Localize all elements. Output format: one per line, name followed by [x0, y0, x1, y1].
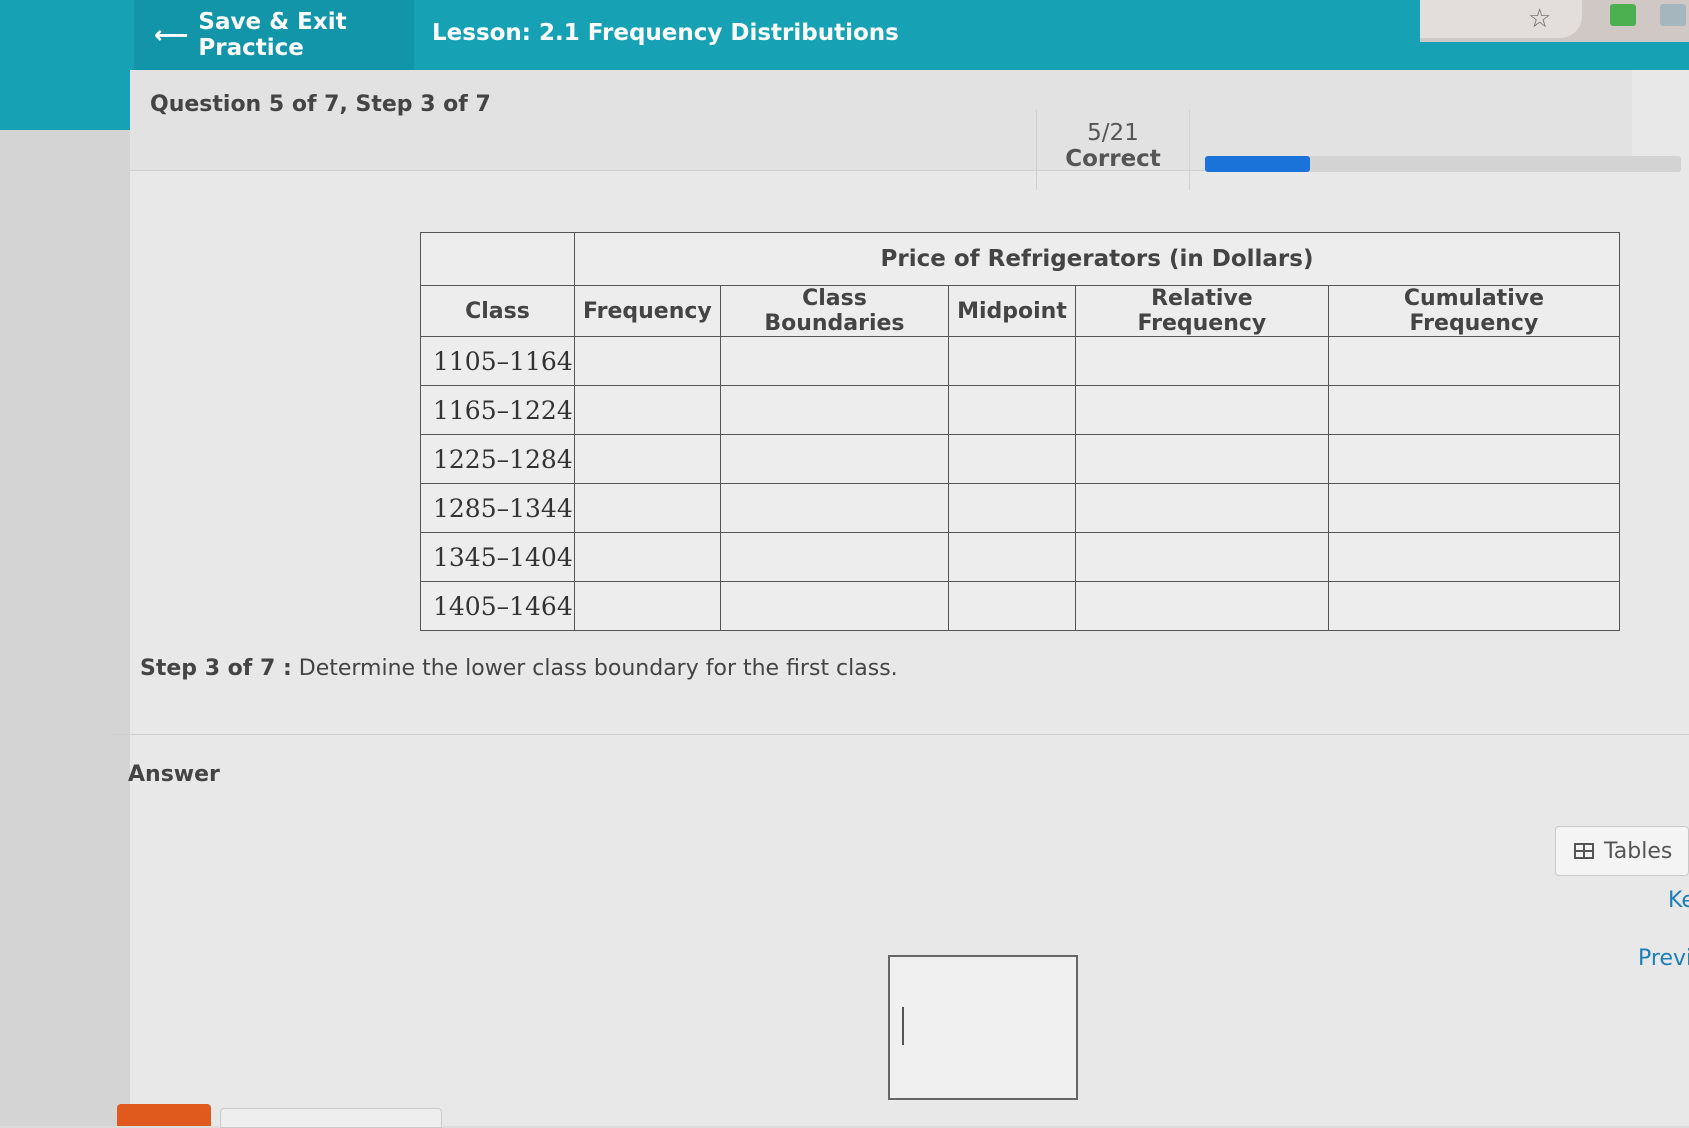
tables-label: Tables	[1604, 838, 1673, 864]
class-boundaries-cell	[719, 385, 950, 435]
relative-frequency-cell	[1074, 581, 1329, 631]
question-position: Question 5 of 7, Step 3 of 7	[150, 92, 491, 117]
answer-label: Answer	[128, 762, 220, 787]
class-cell: 1105–1164	[420, 336, 575, 386]
save-exit-label: Save & Exit Practice	[198, 9, 347, 61]
column-header-class-boundaries: Class Boundaries	[719, 285, 950, 337]
frequency-cell	[574, 532, 721, 582]
cumulative-frequency-cell	[1327, 483, 1621, 533]
midpoint-cell	[948, 434, 1076, 484]
secondary-button[interactable]	[220, 1108, 442, 1128]
extension-icon[interactable]	[1660, 4, 1686, 26]
arrow-left-icon: ⟵	[154, 21, 189, 49]
grid-icon	[1574, 843, 1594, 859]
section-divider	[110, 734, 1689, 735]
previous-link[interactable]: Previ	[1638, 946, 1689, 971]
score-box: 5/21 Correct	[1036, 110, 1190, 190]
relative-frequency-cell	[1074, 483, 1329, 533]
table-caption: Price of Refrigerators (in Dollars)	[574, 232, 1620, 286]
class-cell: 1225–1284	[420, 434, 575, 484]
table-row: 1345–1404	[420, 532, 1621, 582]
column-header-class: Class	[420, 285, 575, 337]
midpoint-cell	[948, 385, 1076, 435]
address-bar-end	[1420, 0, 1582, 38]
score-fraction: 5/21	[1087, 120, 1139, 146]
class-boundaries-cell	[719, 483, 950, 533]
class-boundaries-cell	[719, 532, 950, 582]
submit-button[interactable]	[117, 1104, 211, 1126]
class-cell: 1345–1404	[420, 532, 575, 582]
frequency-cell	[574, 336, 721, 386]
page-left-margin	[0, 0, 130, 1126]
save-exit-button[interactable]: ⟵ Save & Exit Practice	[134, 0, 414, 70]
table-row: 1225–1284	[420, 434, 1621, 484]
midpoint-cell	[948, 483, 1076, 533]
column-header-cumulative-frequency: Cumulative Frequency	[1327, 285, 1621, 337]
table-caption-spacer	[420, 232, 575, 286]
bookmark-star-icon[interactable]: ☆	[1528, 4, 1551, 34]
class-boundaries-cell	[719, 581, 950, 631]
frequency-cell	[574, 483, 721, 533]
frequency-cell	[574, 385, 721, 435]
frequency-table: Price of Refrigerators (in Dollars) Clas…	[420, 232, 1621, 631]
cumulative-frequency-cell	[1327, 581, 1621, 631]
table-row: 1105–1164	[420, 336, 1621, 386]
midpoint-cell	[948, 581, 1076, 631]
class-boundaries-cell	[719, 434, 950, 484]
midpoint-cell	[948, 532, 1076, 582]
table-row: 1165–1224	[420, 385, 1621, 435]
cumulative-frequency-cell	[1327, 385, 1621, 435]
cumulative-frequency-cell	[1327, 434, 1621, 484]
relative-frequency-cell	[1074, 532, 1329, 582]
step-instruction: Step 3 of 7 : Determine the lower class …	[140, 656, 898, 681]
midpoint-cell	[948, 336, 1076, 386]
class-cell: 1165–1224	[420, 385, 575, 435]
table-row: 1285–1344	[420, 483, 1621, 533]
tables-button[interactable]: Tables	[1555, 826, 1689, 876]
column-header-frequency: Frequency	[574, 285, 721, 337]
frequency-cell	[574, 581, 721, 631]
class-boundaries-cell	[719, 336, 950, 386]
class-cell: 1405–1464	[420, 581, 575, 631]
relative-frequency-cell	[1074, 385, 1329, 435]
cumulative-frequency-cell	[1327, 532, 1621, 582]
extension-icon[interactable]	[1610, 4, 1636, 26]
step-label: Step 3 of 7 :	[140, 656, 292, 681]
browser-toolbar	[1420, 0, 1689, 42]
cumulative-frequency-cell	[1327, 336, 1621, 386]
answer-input[interactable]	[888, 955, 1078, 1100]
table-row: 1405–1464	[420, 581, 1621, 631]
frequency-cell	[574, 434, 721, 484]
text-caret	[902, 1007, 904, 1045]
keypad-link[interactable]: Ke	[1668, 888, 1689, 913]
progress-bar	[1205, 156, 1681, 172]
column-header-relative-frequency: Relative Frequency	[1074, 285, 1329, 337]
column-header-midpoint: Midpoint	[948, 285, 1076, 337]
lesson-title: Lesson: 2.1 Frequency Distributions	[432, 20, 899, 46]
score-label: Correct	[1065, 146, 1161, 172]
class-cell: 1285–1344	[420, 483, 575, 533]
step-text: Determine the lower class boundary for t…	[298, 656, 898, 681]
relative-frequency-cell	[1074, 434, 1329, 484]
relative-frequency-cell	[1074, 336, 1329, 386]
progress-bar-fill	[1205, 156, 1310, 172]
